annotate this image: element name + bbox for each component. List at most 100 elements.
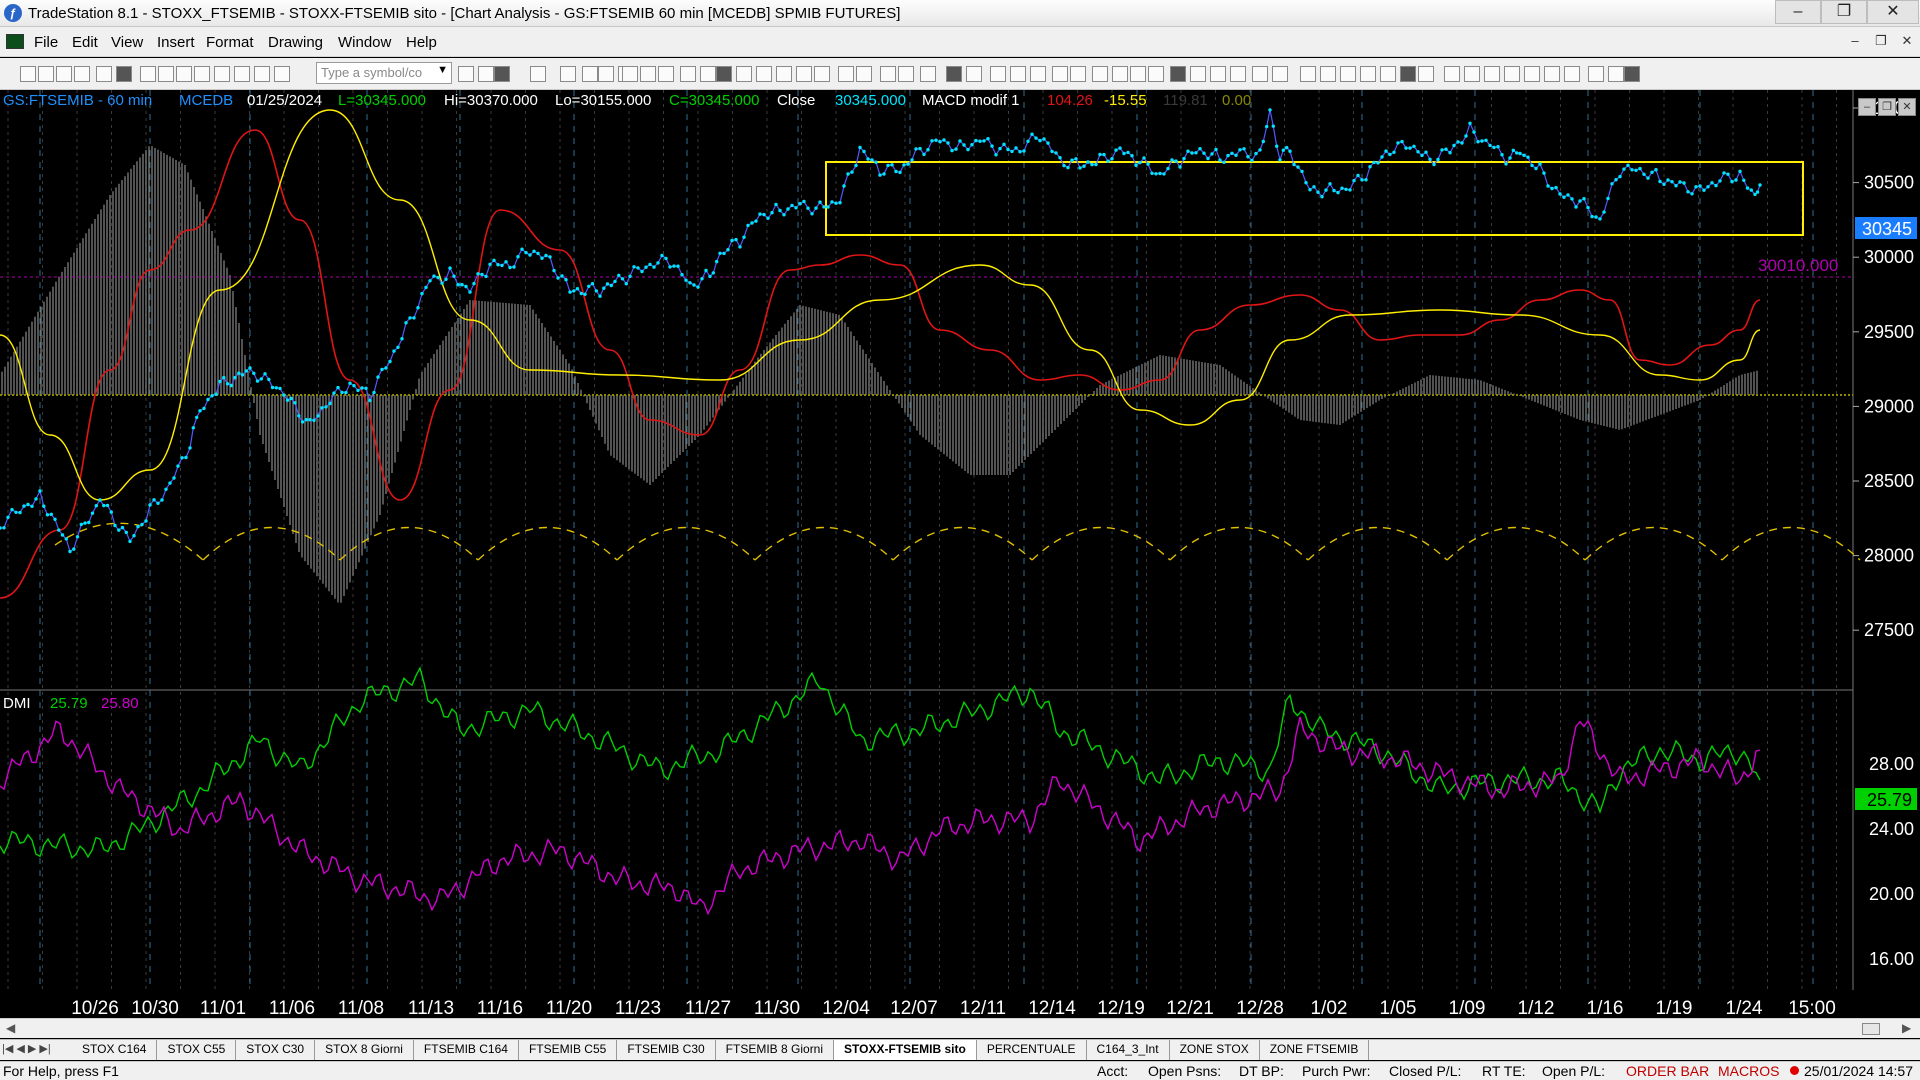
toolbar-button-icon[interactable] xyxy=(990,66,1006,82)
toolbar-button-icon[interactable] xyxy=(1464,66,1480,82)
toolbar-button-icon[interactable] xyxy=(700,66,716,82)
toolbar-button-icon[interactable] xyxy=(966,66,982,82)
mdi-minimize-button[interactable]: – xyxy=(1846,33,1864,48)
toolbar-button-icon[interactable] xyxy=(1524,66,1540,82)
toolbar-button-icon[interactable] xyxy=(560,66,576,82)
menu-insert[interactable]: Insert xyxy=(157,34,195,51)
toolbar-button-icon[interactable] xyxy=(814,66,830,82)
workspace-tab[interactable]: FTSEMIB 8 Giorni xyxy=(715,1040,835,1060)
menu-format[interactable]: Format xyxy=(206,34,254,51)
toolbar-button-icon[interactable] xyxy=(194,66,210,82)
toolbar-button-icon[interactable] xyxy=(716,66,732,82)
menu-file[interactable]: File xyxy=(34,34,58,51)
menu-window[interactable]: Window xyxy=(338,34,391,51)
toolbar-button-icon[interactable] xyxy=(756,66,772,82)
view-minimize-button[interactable]: – xyxy=(1858,98,1876,116)
order-bar-button[interactable]: ORDER BAR xyxy=(1626,1063,1709,1079)
toolbar-button-icon[interactable] xyxy=(1112,66,1128,82)
toolbar-button-icon[interactable] xyxy=(1148,66,1164,82)
menu-help[interactable]: Help xyxy=(406,34,437,51)
toolbar-button-icon[interactable] xyxy=(736,66,752,82)
view-close-button[interactable]: ✕ xyxy=(1898,98,1916,116)
toolbar-button-icon[interactable] xyxy=(1230,66,1246,82)
scroll-left-icon[interactable]: ◀ xyxy=(6,1021,15,1035)
toolbar-button-icon[interactable] xyxy=(1608,66,1624,82)
toolbar-button-icon[interactable] xyxy=(96,66,112,82)
mdi-close-button[interactable]: ✕ xyxy=(1898,33,1916,49)
toolbar-button-icon[interactable] xyxy=(622,66,638,82)
toolbar-button-icon[interactable] xyxy=(140,66,156,82)
workspace-tab[interactable]: STOX C30 xyxy=(236,1040,316,1060)
toolbar-button-icon[interactable] xyxy=(158,66,174,82)
toolbar-button-icon[interactable] xyxy=(214,66,230,82)
horizontal-scrollbar[interactable]: ◀ ▶ xyxy=(0,1018,1920,1038)
toolbar-button-icon[interactable] xyxy=(254,66,270,82)
toolbar-button-icon[interactable] xyxy=(234,66,250,82)
toolbar-button-icon[interactable] xyxy=(1190,66,1206,82)
workspace-tab[interactable]: FTSEMIB C164 xyxy=(413,1040,519,1060)
tab-nav-arrows[interactable]: |◀ ◀ ▶ ▶| xyxy=(2,1042,51,1055)
toolbar-button-icon[interactable] xyxy=(1360,66,1376,82)
toolbar-button-icon[interactable] xyxy=(458,66,474,82)
toolbar-button-icon[interactable] xyxy=(1030,66,1046,82)
macros-button[interactable]: MACROS xyxy=(1718,1063,1779,1079)
chart-window[interactable]: 3100030500300002950029000285002800027500… xyxy=(0,90,1920,1023)
toolbar-button-icon[interactable] xyxy=(1340,66,1356,82)
toolbar-button-icon[interactable] xyxy=(1070,66,1086,82)
toolbar-button-icon[interactable] xyxy=(838,66,854,82)
toolbar-button-icon[interactable] xyxy=(920,66,936,82)
workspace-tab[interactable]: ZONE FTSEMIB xyxy=(1259,1040,1370,1060)
scroll-right-icon[interactable]: ▶ xyxy=(1902,1021,1911,1035)
toolbar-button-icon[interactable] xyxy=(116,66,132,82)
toolbar-button-icon[interactable] xyxy=(680,66,696,82)
menu-edit[interactable]: Edit xyxy=(72,34,98,51)
toolbar-button-icon[interactable] xyxy=(494,66,510,82)
toolbar-button-icon[interactable] xyxy=(176,66,192,82)
mdi-restore-button[interactable]: ❐ xyxy=(1872,33,1890,49)
toolbar-button-icon[interactable] xyxy=(74,66,90,82)
chevron-down-icon[interactable]: ▼ xyxy=(437,64,448,76)
toolbar-button-icon[interactable] xyxy=(1252,66,1268,82)
workspace-tab[interactable]: ZONE STOX xyxy=(1169,1040,1260,1060)
close-button[interactable]: ✕ xyxy=(1867,0,1919,24)
workspace-tab[interactable]: PERCENTUALE xyxy=(976,1040,1087,1060)
toolbar-button-icon[interactable] xyxy=(1418,66,1434,82)
toolbar-button-icon[interactable] xyxy=(1320,66,1336,82)
maximize-button[interactable]: ❐ xyxy=(1821,0,1867,24)
toolbar-button-icon[interactable] xyxy=(658,66,674,82)
menu-drawing[interactable]: Drawing xyxy=(268,34,323,51)
toolbar-button-icon[interactable] xyxy=(1624,66,1640,82)
toolbar-button-icon[interactable] xyxy=(38,66,54,82)
toolbar-button-icon[interactable] xyxy=(478,66,494,82)
view-restore-button[interactable]: ❐ xyxy=(1878,98,1896,116)
toolbar-button-icon[interactable] xyxy=(1544,66,1560,82)
scroll-thumb[interactable] xyxy=(1862,1023,1880,1035)
toolbar-button-icon[interactable] xyxy=(1504,66,1520,82)
workspace-tab[interactable]: FTSEMIB C55 xyxy=(518,1040,618,1060)
toolbar-button-icon[interactable] xyxy=(598,66,614,82)
toolbar-button-icon[interactable] xyxy=(1564,66,1580,82)
workspace-tab[interactable]: STOXX-FTSEMIB sito xyxy=(834,1040,977,1060)
toolbar-button-icon[interactable] xyxy=(796,66,812,82)
toolbar-button-icon[interactable] xyxy=(1588,66,1604,82)
toolbar-button-icon[interactable] xyxy=(56,66,72,82)
workspace-tab[interactable]: STOX C55 xyxy=(157,1040,237,1060)
toolbar-button-icon[interactable] xyxy=(946,66,962,82)
toolbar-button-icon[interactable] xyxy=(1092,66,1108,82)
workspace-tab[interactable]: STOX 8 Giorni xyxy=(315,1040,414,1060)
toolbar-button-icon[interactable] xyxy=(1052,66,1068,82)
toolbar-button-icon[interactable] xyxy=(856,66,872,82)
toolbar-button-icon[interactable] xyxy=(1444,66,1460,82)
symbol-input[interactable]: Type a symbol/co ▼ xyxy=(316,62,452,84)
range-rectangle[interactable] xyxy=(825,161,1804,236)
chart-window-icon[interactable] xyxy=(6,34,24,49)
toolbar-button-icon[interactable] xyxy=(20,66,36,82)
toolbar-button-icon[interactable] xyxy=(1300,66,1316,82)
toolbar-button-icon[interactable] xyxy=(582,66,598,82)
toolbar-button-icon[interactable] xyxy=(1484,66,1500,82)
workspace-tab[interactable]: STOX C164 xyxy=(72,1040,158,1060)
toolbar-button-icon[interactable] xyxy=(1380,66,1396,82)
toolbar-button-icon[interactable] xyxy=(274,66,290,82)
workspace-tab[interactable]: C164_3_Int xyxy=(1086,1040,1170,1060)
toolbar-button-icon[interactable] xyxy=(776,66,792,82)
